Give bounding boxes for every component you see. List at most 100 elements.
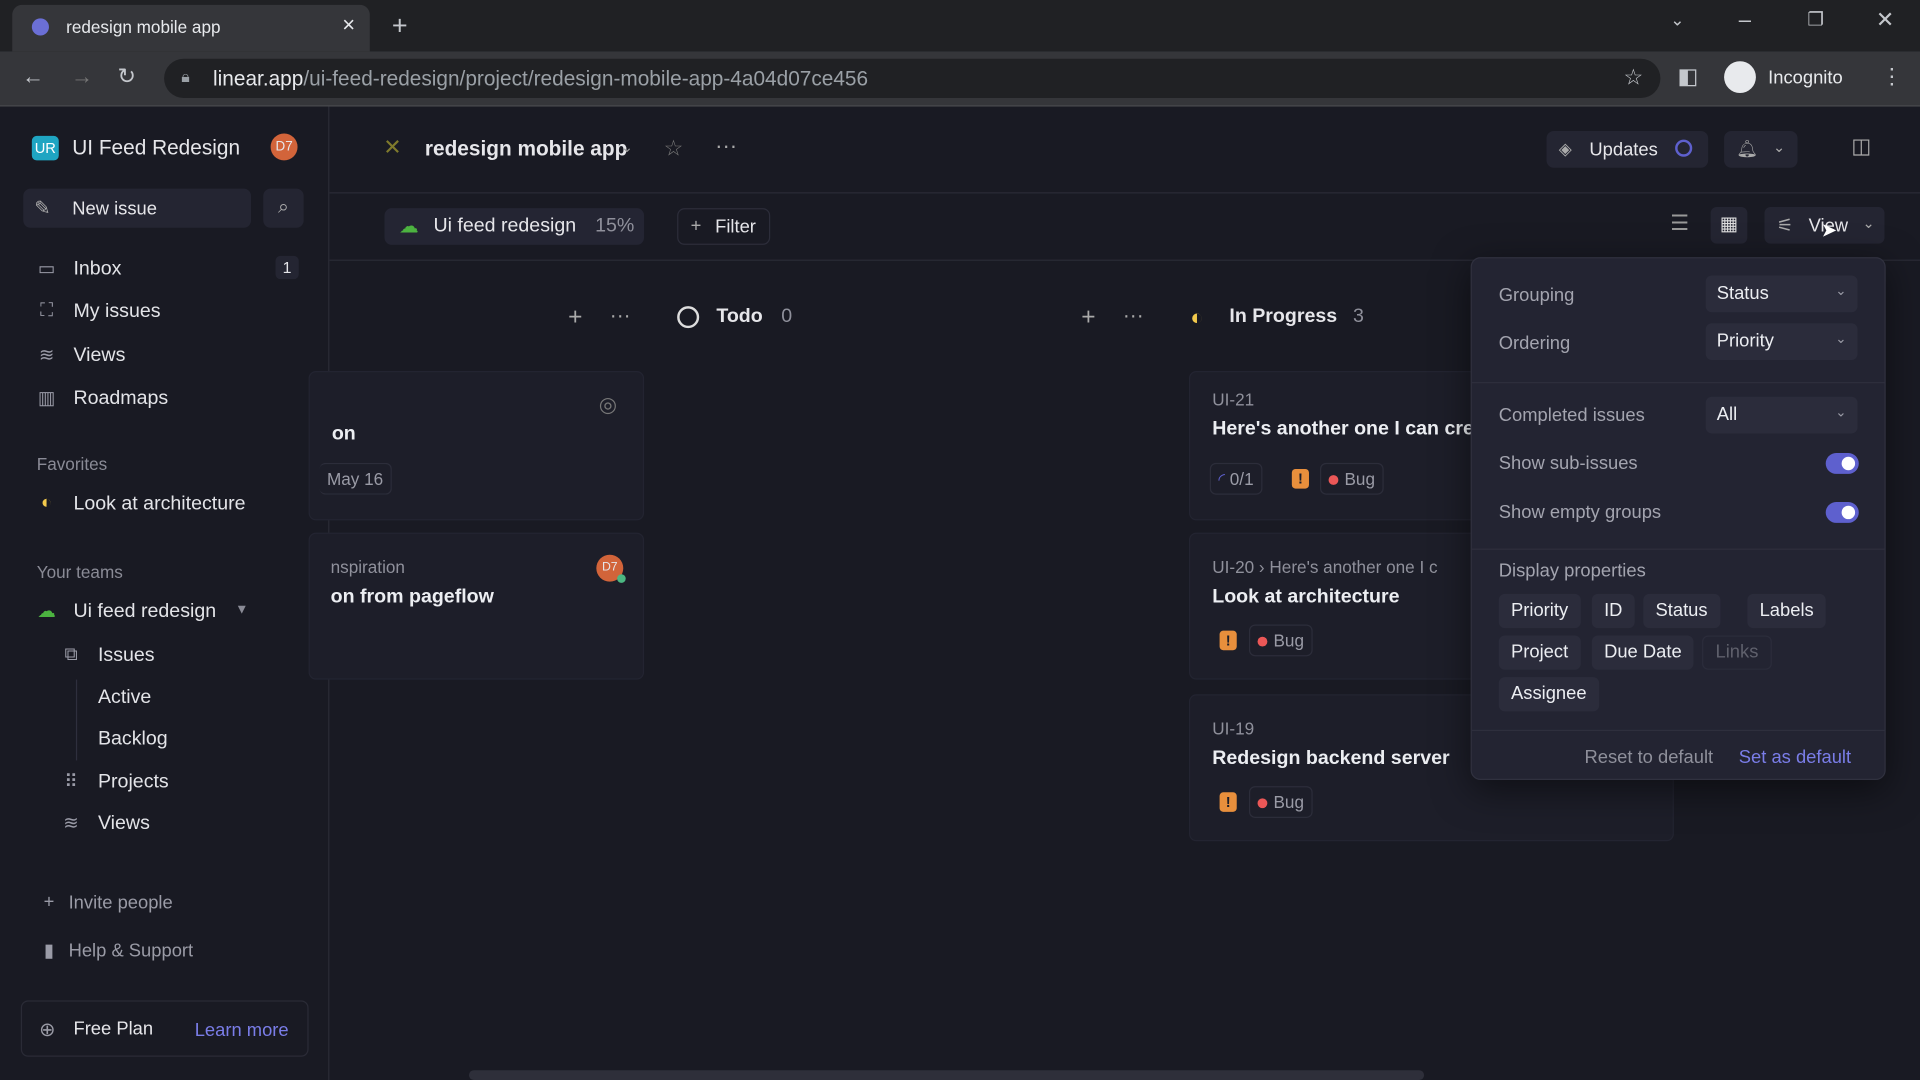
issue-card[interactable]: on ◎ May 16 [308, 371, 645, 521]
reset-default-button[interactable]: Reset to default [1584, 747, 1713, 768]
issues-icon: ⧉ [64, 644, 78, 665]
label: Filter [715, 216, 756, 238]
property-priority[interactable]: Priority [1498, 593, 1581, 629]
sidebar-item-my-issues[interactable]: ⛶ My issues [24, 294, 303, 331]
ordering-select[interactable]: Priority ⌄ [1705, 323, 1858, 361]
reload-icon[interactable]: ↻ [118, 64, 136, 90]
help-support[interactable]: ▮ Help & Support [24, 933, 303, 970]
issue-parent: nspiration [330, 557, 405, 577]
add-issue-icon[interactable]: + [1081, 304, 1095, 332]
completed-issues-select[interactable]: All ⌄ [1705, 396, 1858, 434]
sub-issues-toggle[interactable] [1825, 453, 1859, 474]
menu-icon[interactable]: ⋮ [1881, 64, 1903, 90]
sidebar-item-team-views[interactable]: ≋ Views [49, 806, 304, 843]
property-project[interactable]: Project [1498, 635, 1581, 670]
team-item[interactable]: ☁ Ui feed redesign ▼ [24, 594, 303, 631]
due-date-chip: May 16 [319, 462, 392, 495]
property-due-date[interactable]: Due Date [1591, 635, 1694, 670]
team-filter-pill[interactable]: ☁ Ui feed redesign 15% [384, 208, 645, 245]
workspace-name[interactable]: UI Feed Redesign [72, 136, 240, 160]
property-id[interactable]: ID [1591, 593, 1635, 629]
label: My issues [73, 301, 161, 323]
label: Views [97, 813, 150, 834]
invite-people[interactable]: + Invite people [24, 885, 303, 922]
issue-card[interactable]: nspiration on from pageflow D7 [308, 532, 645, 680]
issue-id: UI-21 [1212, 389, 1255, 409]
sidebar-item-projects[interactable]: ⠿ Projects [49, 764, 304, 801]
project-title[interactable]: redesign mobile app [425, 137, 627, 161]
more-icon[interactable]: ··· [715, 133, 737, 159]
label: Help & Support [68, 940, 194, 962]
divider [1471, 382, 1885, 384]
book-icon: ▮ [43, 940, 55, 962]
compose-icon: ✎ [34, 198, 51, 220]
caret-down-icon: ▼ [235, 602, 249, 618]
screen: redesign mobile app × + ⌄ – ❐ ✕ ← → ↻ ◧ … [0, 0, 1920, 1080]
property-status[interactable]: Status [1643, 593, 1720, 629]
cloud-icon: ☁ [37, 601, 56, 623]
label: Ui feed redesign [73, 601, 217, 623]
sidebar-item-issues[interactable]: ⧉ Issues [49, 638, 304, 675]
label: Projects [97, 771, 169, 793]
back-icon[interactable]: ← [22, 64, 44, 90]
bookmark-star-icon[interactable]: ☆ [1624, 65, 1644, 91]
close-tab-icon[interactable]: × [342, 12, 355, 38]
new-issue-button[interactable]: ✎ New issue [23, 188, 252, 228]
chevron-down-icon: ⌄ [1862, 214, 1875, 232]
plan-box: ⊕ Free Plan Learn more [20, 1000, 309, 1057]
user-avatar[interactable]: D7 [270, 133, 298, 161]
value: Priority [1716, 330, 1774, 352]
urgent-priority-icon[interactable]: ! [1219, 792, 1237, 812]
property-assignee[interactable]: Assignee [1498, 677, 1599, 712]
in-progress-icon: ◐ [40, 492, 53, 514]
issue-title: on [331, 423, 356, 445]
column-more-icon[interactable]: ··· [1123, 304, 1144, 328]
assignee-icon[interactable]: ◎ [599, 393, 617, 417]
label: Roadmaps [73, 388, 169, 409]
sidebar-item-roadmaps[interactable]: ▥ Roadmaps [24, 381, 303, 418]
grouping-select[interactable]: Status ⌄ [1705, 275, 1858, 313]
set-default-button[interactable]: Set as default [1739, 747, 1851, 768]
close-window-icon[interactable]: ✕ [1876, 7, 1894, 33]
tab-search-icon[interactable]: ⌄ [1670, 10, 1684, 31]
favorite-item[interactable]: ◐ Look at architecture [24, 486, 303, 523]
issue-title: Look at architecture [1212, 586, 1400, 608]
favorite-star-icon[interactable]: ☆ [664, 136, 684, 162]
side-panel-icon[interactable]: ◧ [1678, 64, 1699, 90]
column-more-icon[interactable]: ··· [610, 304, 631, 328]
sub-count: 0/1 [1229, 468, 1254, 489]
sidebar-item-backlog[interactable]: Backlog [49, 721, 304, 758]
search-button[interactable]: ⌕ [263, 188, 304, 228]
updates-button[interactable]: ◈ Updates [1546, 131, 1709, 168]
empty-groups-toggle[interactable] [1825, 502, 1859, 523]
minimize-icon[interactable]: – [1739, 7, 1751, 33]
list-view-icon[interactable]: ☰ [1670, 212, 1689, 236]
restore-icon[interactable]: ❐ [1807, 9, 1823, 31]
filter-button[interactable]: + Filter [677, 208, 771, 245]
issue-title: Redesign backend server [1212, 748, 1450, 769]
project-header: ✕ redesign mobile app ⌄ ☆ ··· ◈ Updates … [329, 107, 1920, 194]
linear-favicon-icon [31, 18, 49, 36]
forward-icon[interactable]: → [71, 64, 93, 90]
board-view-button[interactable]: ▦ [1710, 206, 1748, 244]
address-bar[interactable]: 🔒︎ linear.app/ui-feed-redesign/project/r… [164, 58, 1661, 98]
add-issue-icon[interactable]: + [568, 304, 582, 332]
sidebar-item-views[interactable]: ≋ Views [24, 338, 303, 375]
chevron-down-icon[interactable]: ⌄ [621, 138, 633, 155]
profile-label[interactable]: Incognito [1768, 67, 1843, 88]
learn-more-link[interactable]: Learn more [195, 1020, 289, 1041]
new-tab-icon[interactable]: + [392, 10, 408, 42]
sidebar-item-active[interactable]: Active [49, 680, 304, 717]
label: Bug [1273, 630, 1304, 651]
property-labels[interactable]: Labels [1747, 593, 1826, 629]
notifications-button[interactable]: 🔔︎ ⌄ [1724, 131, 1798, 168]
grouping-label: Grouping [1498, 285, 1575, 307]
sidebar-item-inbox[interactable]: ▭ Inbox 1 [24, 251, 303, 288]
label: Look at architecture [73, 493, 246, 515]
browser-tab[interactable]: redesign mobile app × [12, 4, 370, 52]
urgent-priority-icon[interactable]: ! [1219, 630, 1237, 651]
property-links[interactable]: Links [1702, 635, 1772, 670]
urgent-priority-icon[interactable]: ! [1291, 468, 1309, 489]
details-panel-icon[interactable]: ◫ [1851, 135, 1871, 159]
horizontal-scrollbar[interactable] [468, 1070, 1425, 1080]
